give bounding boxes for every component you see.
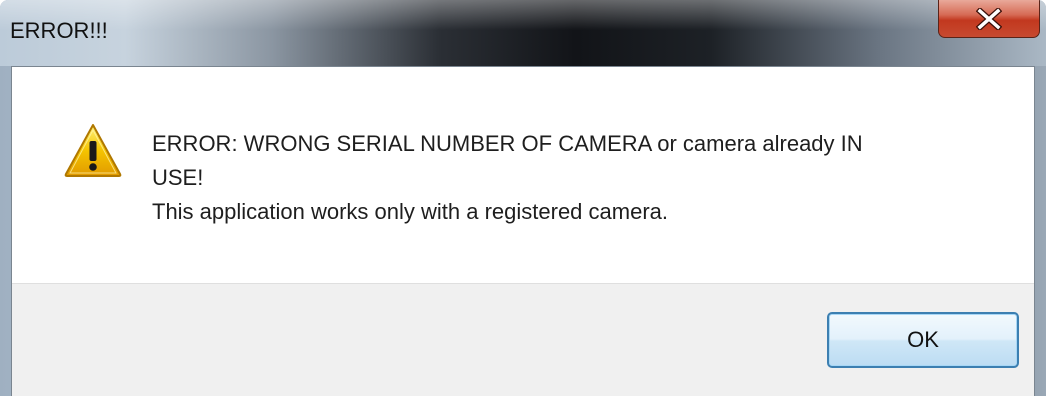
dialog-client-area: ERROR: WRONG SERIAL NUMBER OF CAMERA or … (11, 66, 1035, 396)
window-title: ERROR!!! (10, 18, 108, 43)
close-icon (976, 7, 1002, 30)
dialog-window: ERROR!!! ERROR: WRONG SERIAL NUMBER OF C… (0, 0, 1046, 396)
message-line: This application works only with a regis… (152, 199, 669, 224)
error-message: ERROR: WRONG SERIAL NUMBER OF CAMERA or … (152, 127, 972, 229)
button-bar: OK (12, 283, 1034, 396)
message-area: ERROR: WRONG SERIAL NUMBER OF CAMERA or … (12, 67, 1034, 283)
message-line: ERROR: WRONG SERIAL NUMBER OF CAMERA or … (152, 131, 863, 156)
warning-icon (64, 124, 122, 177)
ok-button[interactable]: OK (827, 312, 1019, 368)
title-bar[interactable]: ERROR!!! (0, 0, 1046, 66)
message-line: USE! (152, 165, 204, 190)
close-button[interactable] (938, 0, 1040, 38)
